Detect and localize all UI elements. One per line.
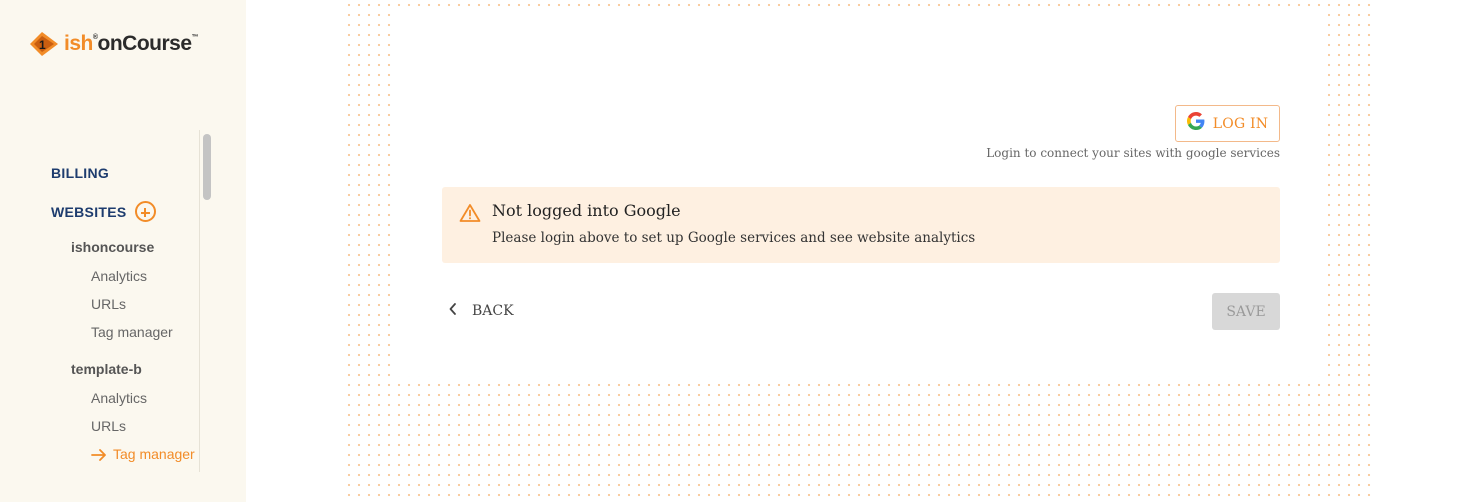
site-ishoncourse-tag-manager[interactable]: Tag manager <box>91 324 173 340</box>
warning-triangle-icon <box>459 203 481 228</box>
logo-name: onCourse <box>97 32 193 55</box>
app-logo[interactable]: 1 ish®onCourse™ <box>28 30 198 58</box>
arrow-right-icon <box>91 448 107 461</box>
ish-logo-icon: 1 <box>28 30 60 58</box>
save-label: SAVE <box>1226 303 1266 320</box>
alert-message: Please login above to set up Google serv… <box>492 230 976 246</box>
google-login-button[interactable]: LOG IN <box>1175 105 1280 142</box>
sidebar: 1 ish®onCourse™ BILLING WEBSITES ishonco… <box>0 0 246 502</box>
logo-prefix: ish <box>64 32 93 55</box>
logo-text: ish®onCourse™ <box>64 32 198 56</box>
login-help-text: Login to connect your sites with google … <box>986 146 1280 160</box>
chevron-left-icon <box>448 302 458 321</box>
back-button[interactable]: BACK <box>448 299 514 323</box>
google-icon <box>1186 112 1205 135</box>
nav-billing[interactable]: BILLING <box>51 165 109 181</box>
plus-circle-icon[interactable] <box>134 201 156 222</box>
site-template-b-analytics[interactable]: Analytics <box>91 390 147 406</box>
site-ishoncourse-urls[interactable]: URLs <box>91 296 126 312</box>
back-label: BACK <box>472 303 514 319</box>
nav-websites-label: WEBSITES <box>51 203 127 220</box>
google-warning-alert: Not logged into Google Please login abov… <box>442 187 1280 263</box>
logo-tm: ™ <box>191 34 199 41</box>
site-template-b-urls[interactable]: URLs <box>91 418 126 434</box>
site-ishoncourse[interactable]: ishoncourse <box>71 239 154 255</box>
google-login-label: LOG IN <box>1212 115 1269 132</box>
site-template-b[interactable]: template-b <box>71 361 142 377</box>
site-template-b-tag-manager-label: Tag manager <box>113 446 195 462</box>
site-ishoncourse-analytics[interactable]: Analytics <box>91 268 147 284</box>
nav-websites[interactable]: WEBSITES <box>51 201 156 222</box>
svg-text:1: 1 <box>39 38 46 52</box>
logo-registered: ® <box>92 34 98 41</box>
site-template-b-tag-manager[interactable]: Tag manager <box>91 446 195 462</box>
save-button[interactable]: SAVE <box>1212 293 1280 330</box>
sidebar-scrollbar-thumb[interactable] <box>203 134 211 200</box>
alert-title: Not logged into Google <box>492 201 681 220</box>
